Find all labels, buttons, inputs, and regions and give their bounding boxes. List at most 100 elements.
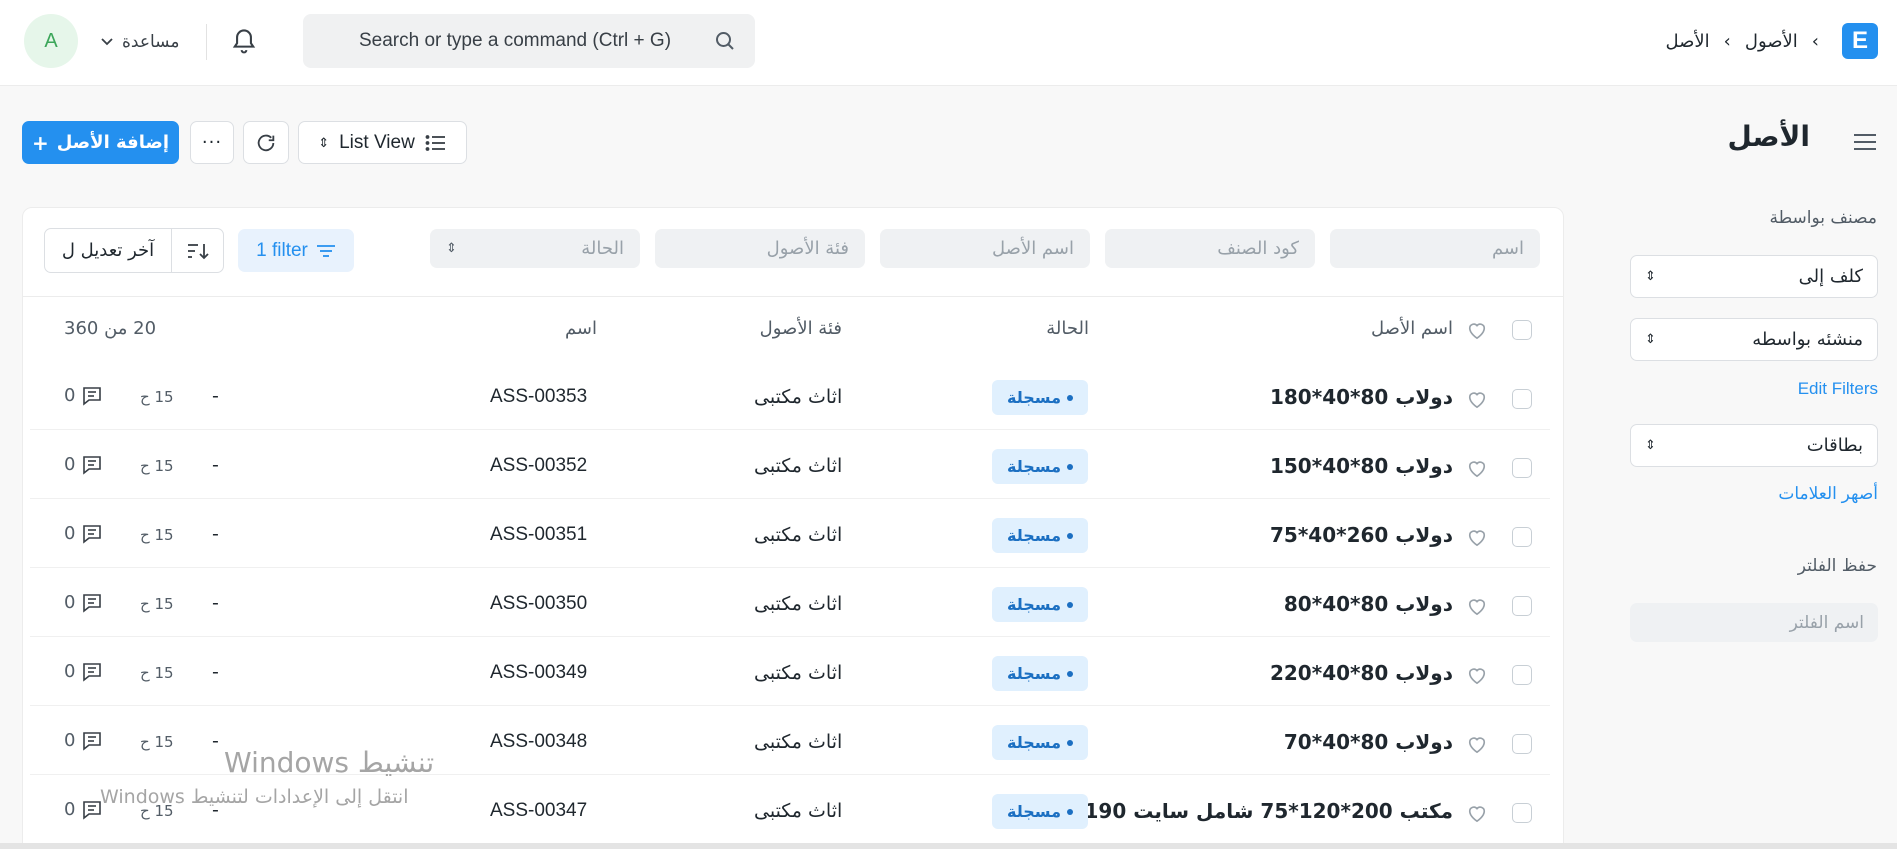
heart-icon[interactable]: [1466, 734, 1488, 754]
row-checkbox[interactable]: [1512, 734, 1532, 754]
asset-id-cell: ASS-00350: [490, 593, 588, 614]
item-code-filter[interactable]: كود الصنف: [1105, 229, 1315, 268]
comment-count-value: 0: [64, 523, 76, 544]
app-logo[interactable]: E: [1842, 23, 1878, 59]
status-badge: مسجلة: [992, 725, 1088, 760]
sidebar-toggle-icon[interactable]: [1852, 132, 1878, 152]
heart-icon[interactable]: [1466, 458, 1488, 478]
updown-icon: ⇕: [1645, 269, 1656, 284]
modified-time: 15 ح: [140, 664, 174, 682]
name-filter[interactable]: اسم: [1330, 229, 1540, 268]
status-dot: [1066, 601, 1073, 608]
comment-count[interactable]: 0: [64, 730, 103, 751]
asset-id-cell: ASS-00351: [490, 524, 588, 545]
heart-icon[interactable]: [1466, 527, 1488, 547]
comment-count[interactable]: 0: [64, 661, 103, 682]
chevron-icon: ›: [1723, 30, 1731, 52]
asset-name-link[interactable]: دولاب 80*40*70: [1284, 730, 1453, 754]
nav-divider: [206, 24, 207, 60]
asset-name-link[interactable]: دولاب 80*40*80: [1284, 592, 1453, 616]
status-label: مسجلة: [1007, 526, 1061, 545]
status-dot: [1066, 394, 1073, 401]
comment-count[interactable]: 0: [64, 592, 103, 613]
asset-name-link[interactable]: دولاب 80*40*220: [1270, 661, 1453, 685]
comment-count[interactable]: 0: [64, 385, 103, 406]
row-divider: [30, 567, 1550, 568]
header-name[interactable]: اسم: [565, 318, 597, 339]
asset-name-link[interactable]: مكتب 200*120*75 شامل سايت 190*45: [1046, 799, 1453, 823]
asset-name-link[interactable]: دولاب 80*40*180: [1270, 385, 1453, 409]
heart-icon[interactable]: [1466, 665, 1488, 685]
header-category[interactable]: فئة الأصول: [760, 318, 842, 339]
comment-icon: [83, 593, 102, 613]
asset-id-cell: ASS-00353: [490, 386, 588, 407]
row-checkbox[interactable]: [1512, 458, 1532, 478]
status-filter[interactable]: الحالة ⇕: [430, 229, 640, 268]
asset-category-filter[interactable]: فئة الأصول: [655, 229, 865, 268]
breadcrumb-assets[interactable]: الأصول: [1745, 31, 1798, 52]
asset-name-filter[interactable]: اسم الأصل: [880, 229, 1090, 268]
result-count: 20 من 360: [64, 318, 157, 339]
row-checkbox[interactable]: [1512, 596, 1532, 616]
status-dot: [1066, 532, 1073, 539]
updown-icon: ⇕: [1645, 332, 1656, 347]
empty-cell: -: [212, 454, 219, 476]
empty-cell: -: [212, 661, 219, 683]
asset-id-cell: ASS-00349: [490, 662, 588, 683]
bell-icon[interactable]: [230, 27, 258, 57]
avatar[interactable]: A: [24, 14, 78, 68]
select-all-checkbox[interactable]: [1512, 320, 1532, 340]
comment-count[interactable]: 0: [64, 523, 103, 544]
row-checkbox[interactable]: [1512, 389, 1532, 409]
status-badge: مسجلة: [992, 518, 1088, 553]
row-checkbox[interactable]: [1512, 527, 1532, 547]
heart-icon[interactable]: [1466, 596, 1488, 616]
comment-count-value: 0: [64, 592, 76, 613]
breadcrumb-asset[interactable]: الأصل: [1665, 31, 1709, 52]
popular-tags-link[interactable]: أصهر العلامات: [1778, 484, 1878, 504]
header-status[interactable]: الحالة: [1046, 318, 1089, 339]
status-label: مسجلة: [1007, 802, 1061, 821]
status-badge: مسجلة: [992, 656, 1088, 691]
heart-icon[interactable]: [1466, 803, 1488, 823]
horizontal-scrollbar[interactable]: [0, 843, 1897, 849]
asset-name-link[interactable]: دولاب 80*40*150: [1270, 454, 1453, 478]
row-checkbox[interactable]: [1512, 803, 1532, 823]
category-cell: اثاث مكتبى: [754, 455, 843, 477]
refresh-button[interactable]: [243, 121, 289, 164]
tags-select[interactable]: بطاقات ⇕: [1630, 424, 1878, 467]
heart-icon[interactable]: [1466, 320, 1488, 340]
edit-filters-link[interactable]: Edit Filters: [1798, 379, 1878, 399]
sort-direction-button[interactable]: [171, 229, 223, 272]
sort-field-button[interactable]: آخر تعديل ل: [45, 229, 171, 272]
add-asset-button[interactable]: + إضافة الأصل: [22, 121, 179, 164]
filter-name-input[interactable]: اسم الفلتر: [1630, 603, 1878, 642]
comment-count-value: 0: [64, 661, 76, 682]
help-dropdown[interactable]: مساعدة: [100, 27, 179, 57]
row-checkbox[interactable]: [1512, 665, 1532, 685]
plus-icon: +: [31, 130, 49, 155]
assigned-to-select[interactable]: كلف إلى ⇕: [1630, 255, 1878, 298]
asset-name-link[interactable]: دولاب 260*40*75: [1270, 523, 1453, 547]
breadcrumb: › الأصول › الأصل: [1665, 26, 1819, 56]
status-dot: [1066, 808, 1073, 815]
created-by-select[interactable]: منشئه بواسطه ⇕: [1630, 318, 1878, 361]
view-switcher-button[interactable]: ⇕ List View: [298, 121, 467, 164]
search-input[interactable]: Search or type a command (Ctrl + G): [303, 14, 755, 68]
modified-time: 15 ح: [140, 457, 174, 475]
empty-cell: -: [212, 385, 219, 407]
filter-button-label: 1 filter: [256, 239, 308, 261]
refresh-icon: [257, 134, 275, 151]
comment-count[interactable]: 0: [64, 799, 103, 820]
view-label: List View: [339, 131, 415, 153]
status-label: مسجلة: [1007, 595, 1061, 614]
comment-count[interactable]: 0: [64, 454, 103, 475]
heart-icon[interactable]: [1466, 389, 1488, 409]
category-cell: اثاث مكتبى: [754, 524, 843, 546]
header-asset-name[interactable]: اسم الأصل: [1371, 318, 1453, 339]
modified-time: 15 ح: [140, 595, 174, 613]
more-actions-button[interactable]: ···: [190, 121, 234, 164]
windows-watermark-title: تنشيط Windows: [224, 746, 435, 779]
filter-button[interactable]: 1 filter: [238, 229, 354, 272]
comment-count-value: 0: [64, 454, 76, 475]
